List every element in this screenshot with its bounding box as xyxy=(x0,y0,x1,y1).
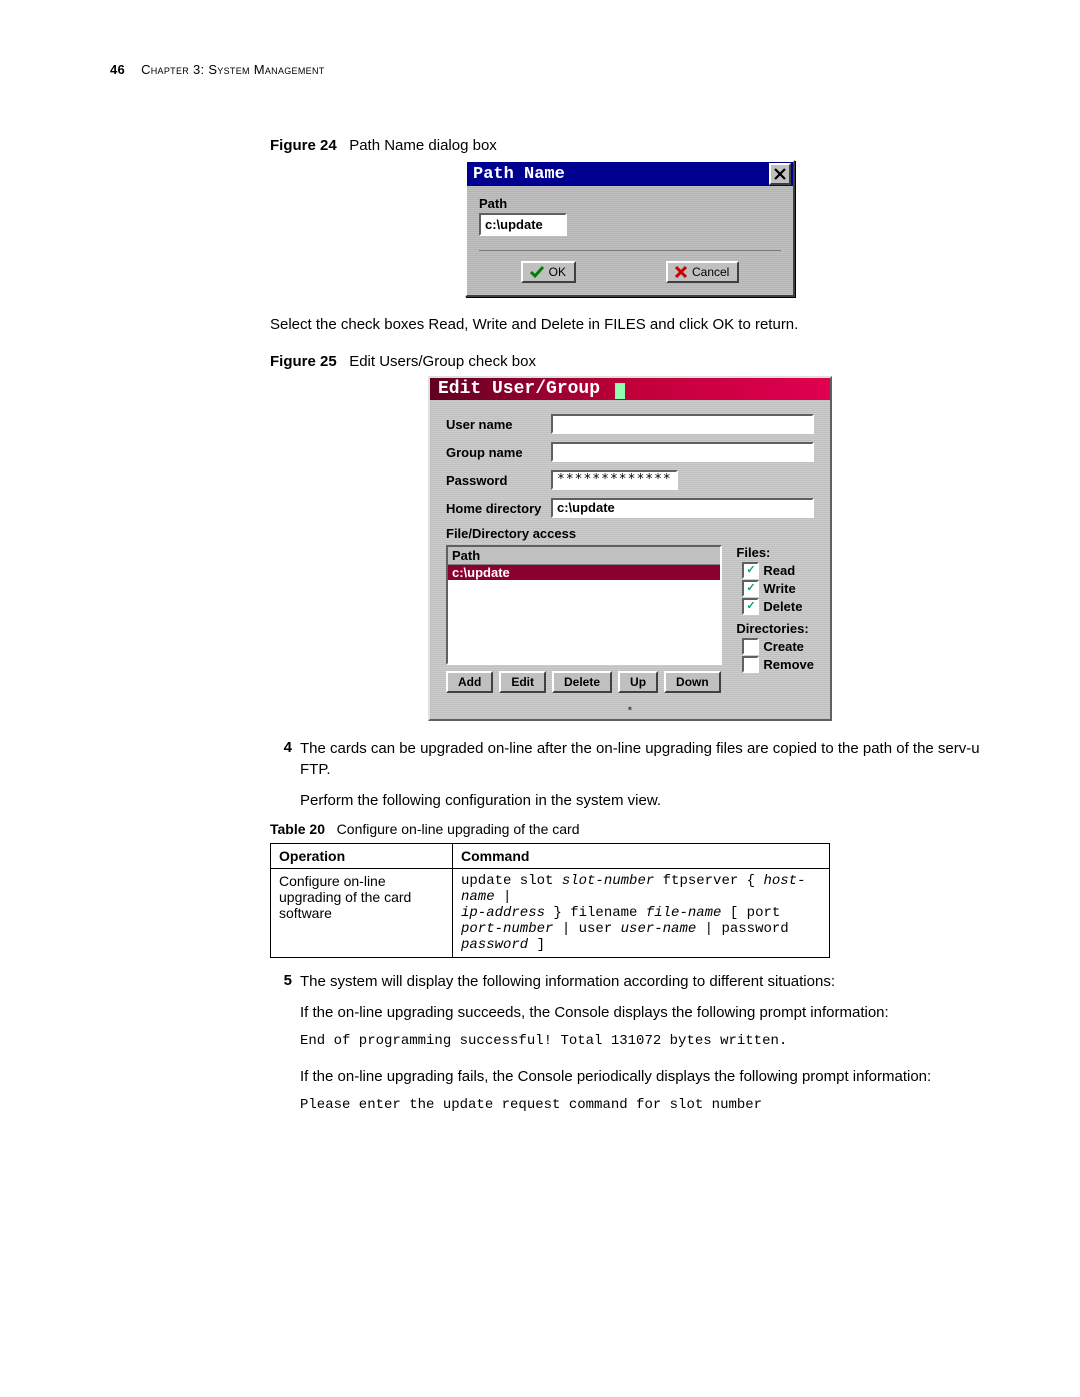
remove-label: Remove xyxy=(763,657,814,672)
command-cell: update slot slot-number ftpserver { host… xyxy=(453,869,830,958)
instruction-paragraph: Select the check boxes Read, Write and D… xyxy=(270,315,990,335)
cancel-button[interactable]: Cancel xyxy=(666,261,739,283)
homedir-input[interactable]: c:\update xyxy=(551,498,814,518)
up-button[interactable]: Up xyxy=(618,671,658,693)
dialog-title: Edit User/Group xyxy=(438,379,600,399)
step-4-line1: The cards can be upgraded on-line after … xyxy=(300,739,990,780)
chapter-title: Chapter 3: System Management xyxy=(141,62,324,77)
x-icon xyxy=(674,265,688,279)
path-name-dialog: Path Name Path c:\update OK Cancel xyxy=(465,160,795,297)
table-20-caption: Table 20 Configure on-line upgrading of … xyxy=(270,821,990,837)
table-20-label: Table 20 xyxy=(270,821,325,837)
ok-label: OK xyxy=(549,265,566,279)
figure-25-label: Figure 25 xyxy=(270,353,337,370)
username-label: User name xyxy=(446,417,551,432)
cancel-label: Cancel xyxy=(692,265,729,279)
step-number: 5 xyxy=(270,972,292,1131)
create-label: Create xyxy=(763,639,803,654)
step-5-line3: If the on-line upgrading fails, the Cons… xyxy=(300,1067,990,1088)
delete-checkbox[interactable] xyxy=(742,598,759,615)
path-list-item-selected[interactable]: c:\update xyxy=(448,565,720,580)
password-input[interactable]: ************* xyxy=(551,470,678,490)
path-input[interactable]: c:\update xyxy=(479,213,567,236)
command-table: Operation Command Configure on-line upgr… xyxy=(270,843,830,958)
step-4-line2: Perform the following configuration in t… xyxy=(300,791,990,812)
ok-button[interactable]: OK xyxy=(521,261,576,283)
groupname-label: Group name xyxy=(446,445,551,460)
col-command: Command xyxy=(453,844,830,869)
groupname-input[interactable] xyxy=(551,442,814,462)
delete-button[interactable]: Delete xyxy=(552,671,612,693)
directories-section-label: Directories: xyxy=(736,621,814,636)
dialog-titlebar: Edit User/Group xyxy=(430,378,830,400)
path-label: Path xyxy=(479,196,781,211)
edit-button[interactable]: Edit xyxy=(499,671,546,693)
read-checkbox[interactable] xyxy=(742,562,759,579)
operation-cell: Configure on-line upgrading of the card … xyxy=(271,869,453,958)
page-number: 46 xyxy=(110,62,125,77)
files-section-label: Files: xyxy=(736,545,814,560)
figure-24-caption: Figure 24 Path Name dialog box xyxy=(270,137,990,154)
step-5-line2: If the on-line upgrading succeeds, the C… xyxy=(300,1003,990,1024)
figure-24-label: Figure 24 xyxy=(270,137,337,154)
dialog-title: Path Name xyxy=(473,165,565,184)
resize-handle-icon: ▪ xyxy=(430,701,830,719)
close-icon xyxy=(774,168,786,180)
table-20-text: Configure on-line upgrading of the card xyxy=(337,821,580,837)
password-label: Password xyxy=(446,473,551,488)
step-number: 4 xyxy=(270,739,292,811)
step-4: 4 The cards can be upgraded on-line afte… xyxy=(270,739,990,811)
down-button[interactable]: Down xyxy=(664,671,721,693)
path-column-header: Path xyxy=(448,547,720,565)
step-5: 5 The system will display the following … xyxy=(270,972,990,1131)
figure-25-caption: Figure 25 Edit Users/Group check box xyxy=(270,353,990,370)
console-output-success: End of programming successful! Total 131… xyxy=(300,1032,990,1051)
write-label: Write xyxy=(763,581,795,596)
dialog-titlebar: Path Name xyxy=(467,162,793,186)
username-input[interactable] xyxy=(551,414,814,434)
delete-label: Delete xyxy=(763,599,802,614)
col-operation: Operation xyxy=(271,844,453,869)
add-button[interactable]: Add xyxy=(446,671,493,693)
step-5-line1: The system will display the following in… xyxy=(300,972,990,993)
homedir-label: Home directory xyxy=(446,501,551,516)
title-cursor-icon xyxy=(615,383,625,399)
path-listbox[interactable]: Path c:\update xyxy=(446,545,722,665)
read-label: Read xyxy=(763,563,795,578)
write-checkbox[interactable] xyxy=(742,580,759,597)
file-directory-access-label: File/Directory access xyxy=(446,526,814,541)
running-header: 46 Chapter 3: System Management xyxy=(110,62,990,77)
console-output-fail: Please enter the update request command … xyxy=(300,1096,990,1115)
check-icon xyxy=(529,265,545,279)
remove-checkbox[interactable] xyxy=(742,656,759,673)
close-button[interactable] xyxy=(769,163,791,185)
create-checkbox[interactable] xyxy=(742,638,759,655)
figure-25-text: Edit Users/Group check box xyxy=(349,353,536,370)
figure-24-text: Path Name dialog box xyxy=(349,137,497,154)
edit-user-group-dialog: Edit User/Group User name Group name Pas… xyxy=(428,376,832,721)
